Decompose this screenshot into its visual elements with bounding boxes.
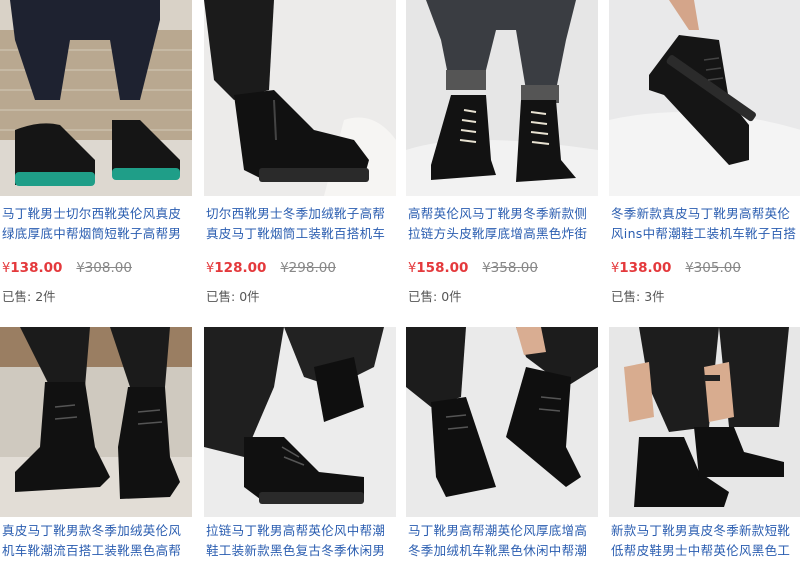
product-image[interactable]	[204, 0, 396, 196]
product-card[interactable]: 高帮英伦风马丁靴男冬季新款侧拉链方头皮靴厚底增高黑色炸街 ¥158.00 ¥358…	[406, 0, 598, 318]
sale-price: 128.00	[214, 260, 267, 276]
product-image[interactable]	[406, 0, 598, 196]
product-title[interactable]: 拉链马丁靴男高帮英伦风中帮潮鞋工装新款黑色复古冬季休闲男	[204, 517, 396, 561]
price-row: ¥158.00 ¥358.00	[406, 244, 598, 277]
sale-price: 158.00	[416, 260, 469, 276]
original-price: 298.00	[288, 260, 336, 276]
sold-value: 2件	[35, 289, 56, 304]
product-title[interactable]: 新款马丁靴男真皮冬季新款短靴低帮皮鞋男士中帮英伦风黑色工	[609, 517, 800, 561]
product-title[interactable]: 高帮英伦风马丁靴男冬季新款侧拉链方头皮靴厚底增高黑色炸街	[406, 196, 598, 244]
sold-value: 3件	[644, 289, 665, 304]
product-card[interactable]: 马丁靴男士切尔西靴英伦风真皮绿底厚底中帮烟筒短靴子高帮男 ¥138.00 ¥308…	[0, 0, 192, 318]
sold-label: 已售:	[2, 289, 32, 304]
sold-label: 已售:	[206, 289, 236, 304]
product-image[interactable]	[0, 327, 192, 517]
product-title[interactable]: 切尔西靴男士冬季加绒靴子高帮真皮马丁靴烟筒工装靴百搭机车	[204, 196, 396, 244]
original-currency-symbol: ¥	[482, 261, 491, 276]
sold-count: 已售: 2件	[0, 277, 192, 305]
product-card[interactable]: 真皮马丁靴男款冬季加绒英伦风机车靴潮流百搭工装靴黑色高帮	[0, 327, 192, 564]
sold-count: 已售: 0件	[406, 277, 598, 305]
original-price: 308.00	[84, 260, 132, 276]
sold-count: 已售: 3件	[609, 277, 800, 305]
original-price: 358.00	[490, 260, 538, 276]
original-currency-symbol: ¥	[280, 261, 289, 276]
product-grid: 马丁靴男士切尔西靴英伦风真皮绿底厚底中帮烟筒短靴子高帮男 ¥138.00 ¥308…	[0, 0, 800, 564]
original-currency-symbol: ¥	[76, 261, 85, 276]
price-row: ¥138.00 ¥305.00	[609, 244, 800, 277]
product-image[interactable]	[204, 327, 396, 517]
sold-value: 0件	[239, 289, 260, 304]
product-image[interactable]	[609, 0, 800, 196]
product-title[interactable]: 马丁靴男士切尔西靴英伦风真皮绿底厚底中帮烟筒短靴子高帮男	[0, 196, 192, 244]
product-image[interactable]	[0, 0, 192, 196]
original-price: 305.00	[693, 260, 741, 276]
original-currency-symbol: ¥	[685, 261, 694, 276]
sold-label: 已售:	[611, 289, 641, 304]
product-card[interactable]: 拉链马丁靴男高帮英伦风中帮潮鞋工装新款黑色复古冬季休闲男	[204, 327, 396, 564]
price-row: ¥138.00 ¥308.00	[0, 244, 192, 277]
product-card[interactable]: 马丁靴男高帮潮英伦风厚底增高冬季加绒机车靴黑色休闲中帮潮	[406, 327, 598, 564]
price-row: ¥128.00 ¥298.00	[204, 244, 396, 277]
sale-price: 138.00	[619, 260, 672, 276]
product-title[interactable]: 马丁靴男高帮潮英伦风厚底增高冬季加绒机车靴黑色休闲中帮潮	[406, 517, 598, 561]
sale-price: 138.00	[10, 260, 63, 276]
product-card[interactable]: 切尔西靴男士冬季加绒靴子高帮真皮马丁靴烟筒工装靴百搭机车 ¥128.00 ¥298…	[204, 0, 396, 318]
product-card[interactable]: 新款马丁靴男真皮冬季新款短靴低帮皮鞋男士中帮英伦风黑色工	[609, 327, 800, 564]
product-title[interactable]: 冬季新款真皮马丁靴男高帮英伦风ins中帮潮鞋工装机车靴子百搭	[609, 196, 800, 244]
sold-label: 已售:	[408, 289, 438, 304]
product-card[interactable]: 冬季新款真皮马丁靴男高帮英伦风ins中帮潮鞋工装机车靴子百搭 ¥138.00 ¥3…	[609, 0, 800, 318]
product-title[interactable]: 真皮马丁靴男款冬季加绒英伦风机车靴潮流百搭工装靴黑色高帮	[0, 517, 192, 561]
sold-value: 0件	[441, 289, 462, 304]
product-image[interactable]	[406, 327, 598, 517]
product-image[interactable]	[609, 327, 800, 517]
sold-count: 已售: 0件	[204, 277, 396, 305]
